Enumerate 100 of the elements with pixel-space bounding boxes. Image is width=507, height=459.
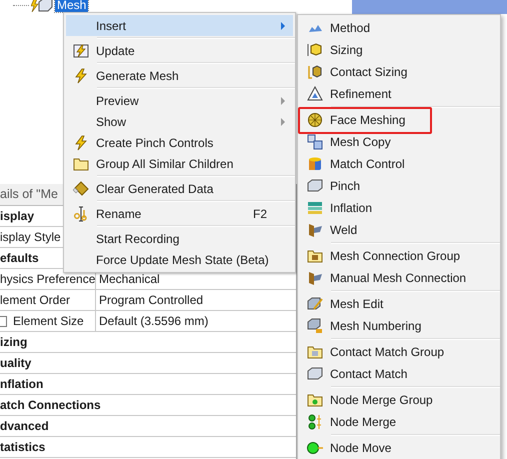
menu-item-label: Refinement [330, 87, 392, 101]
menu-item-label: Update [96, 44, 136, 58]
menu-item-label: Contact Match Group [330, 345, 446, 359]
property-label: Element Size [13, 313, 84, 330]
group-header[interactable]: isplay [0, 209, 34, 223]
menu-item-label: Create Pinch Controls [96, 136, 214, 150]
menu-item-label: Clear Generated Data [96, 182, 214, 196]
menu-item-label: Node Merge Group [330, 393, 434, 407]
menu-item-label: Mesh Connection Group [330, 249, 462, 263]
group-header[interactable]: izing [0, 335, 28, 349]
folder-icon [307, 392, 323, 408]
block-icon [307, 178, 323, 194]
menu-item-label: Mesh Copy [330, 135, 392, 149]
menu-item[interactable]: Contact Match [300, 363, 498, 385]
lightning-icon [73, 42, 89, 58]
menu-item-label: Rename [96, 206, 142, 220]
menu-item[interactable]: Face Meshing [300, 109, 498, 131]
mesh-ball-icon [307, 112, 323, 128]
shortcut-label: F2 [252, 206, 267, 220]
property-label: hysics Preference [0, 271, 95, 288]
menu-item[interactable]: Update [66, 40, 293, 61]
menu-item[interactable]: Rename F2 [66, 203, 293, 224]
menu-item[interactable]: Preview [66, 90, 293, 111]
group-header[interactable]: uality [0, 356, 32, 370]
menu-item-label: Start Recording [96, 232, 180, 246]
menu-item-label: Sizing [330, 43, 364, 57]
menu-item-label: Show [96, 114, 128, 128]
menu-item-label: Group All Similar Children [96, 156, 234, 170]
menu-item[interactable]: Create Pinch Controls [66, 132, 293, 153]
menu-item-label: Contact Match [330, 367, 408, 381]
menu-item[interactable]: Contact Match Group [300, 341, 498, 363]
cylinder-icon [307, 156, 323, 172]
menu-item-label: Face Meshing [330, 113, 406, 127]
folder-icon [307, 248, 323, 264]
menu-item[interactable]: Mesh Numbering [300, 315, 498, 337]
cube-icon [307, 42, 323, 58]
property-label: isplay Style [0, 229, 62, 246]
menu-item-label: Method [330, 21, 372, 35]
menu-item-label: Manual Mesh Connection [330, 271, 468, 285]
menu-item[interactable]: Generate Mesh [66, 65, 293, 86]
group-header[interactable]: efaults [0, 251, 39, 265]
property-label: lement Order [0, 292, 72, 309]
menu-item[interactable]: Method [300, 17, 498, 39]
mesh-icon [31, 0, 53, 12]
node-icon [307, 414, 323, 430]
menu-item[interactable]: Mesh Copy [300, 131, 498, 153]
menu-item-label: Force Update Mesh State (Beta) [96, 252, 270, 266]
triangle-icon [307, 86, 323, 102]
text-cursor-icon [73, 206, 89, 222]
menu-item-label: Pinch [330, 179, 362, 193]
menu-item[interactable]: Match Control [300, 153, 498, 175]
folder-icon [73, 156, 89, 172]
menu-item[interactable]: Group All Similar Children [66, 153, 293, 174]
group-header[interactable]: tatistics [0, 440, 46, 454]
lightning-icon [73, 68, 89, 84]
menu-item-label: Preview [96, 94, 140, 108]
menu-item[interactable]: Weld [300, 219, 498, 241]
block-icon [307, 318, 323, 334]
menu-item[interactable]: Start Recording [66, 228, 293, 249]
block-icon [307, 296, 323, 312]
property-value: Program Controlled [95, 290, 296, 310]
menu-item[interactable]: Manual Mesh Connection [300, 267, 498, 289]
plates-icon [307, 270, 323, 286]
menu-item-label: Match Control [330, 157, 406, 171]
menu-item-label: Inflation [330, 201, 374, 215]
layers-icon [307, 200, 323, 216]
menu-item[interactable]: Sizing [300, 39, 498, 61]
menu-item[interactable]: Mesh Connection Group [300, 245, 498, 267]
group-header[interactable]: atch Connections [0, 398, 101, 412]
node-icon [307, 440, 323, 456]
plates-icon [307, 222, 323, 238]
menu-item[interactable]: Node Merge Group [300, 389, 498, 411]
group-header[interactable]: dvanced [0, 419, 49, 433]
menu-item[interactable]: Force Update Mesh State (Beta) [66, 249, 293, 270]
menu-item-label: Contact Sizing [330, 65, 408, 79]
menu-item[interactable]: Refinement [300, 83, 498, 105]
menu-item-label: Node Move [330, 441, 392, 455]
menu-item[interactable]: Mesh Edit [300, 293, 498, 315]
menu-item[interactable]: Show [66, 111, 293, 132]
menu-item[interactable]: Contact Sizing [300, 61, 498, 83]
menu-item[interactable]: Node Move [300, 437, 498, 459]
menu-item[interactable]: Pinch [300, 175, 498, 197]
menu-item[interactable]: Inflation [300, 197, 498, 219]
folder-icon [307, 344, 323, 360]
menu-item-label: Weld [330, 223, 358, 237]
menu-item-label: Mesh Edit [330, 297, 384, 311]
bracket-cube-icon [307, 64, 323, 80]
cubes-icon [307, 134, 323, 150]
tree-item[interactable]: Mesh [55, 0, 88, 12]
group-header[interactable]: nflation [0, 377, 44, 391]
menu-item-label: Generate Mesh [96, 68, 180, 82]
block-icon [307, 366, 323, 382]
property-value: Default (3.5596 mm) [95, 311, 296, 331]
lightning-icon [73, 134, 89, 150]
menu-item-label: Mesh Numbering [330, 319, 422, 333]
menu-item[interactable]: Insert [66, 15, 293, 36]
menu-item-label: Node Merge [330, 415, 398, 429]
eraser-icon [73, 180, 89, 196]
menu-item[interactable]: Node Merge [300, 411, 498, 433]
menu-item-label: Insert [96, 18, 128, 32]
